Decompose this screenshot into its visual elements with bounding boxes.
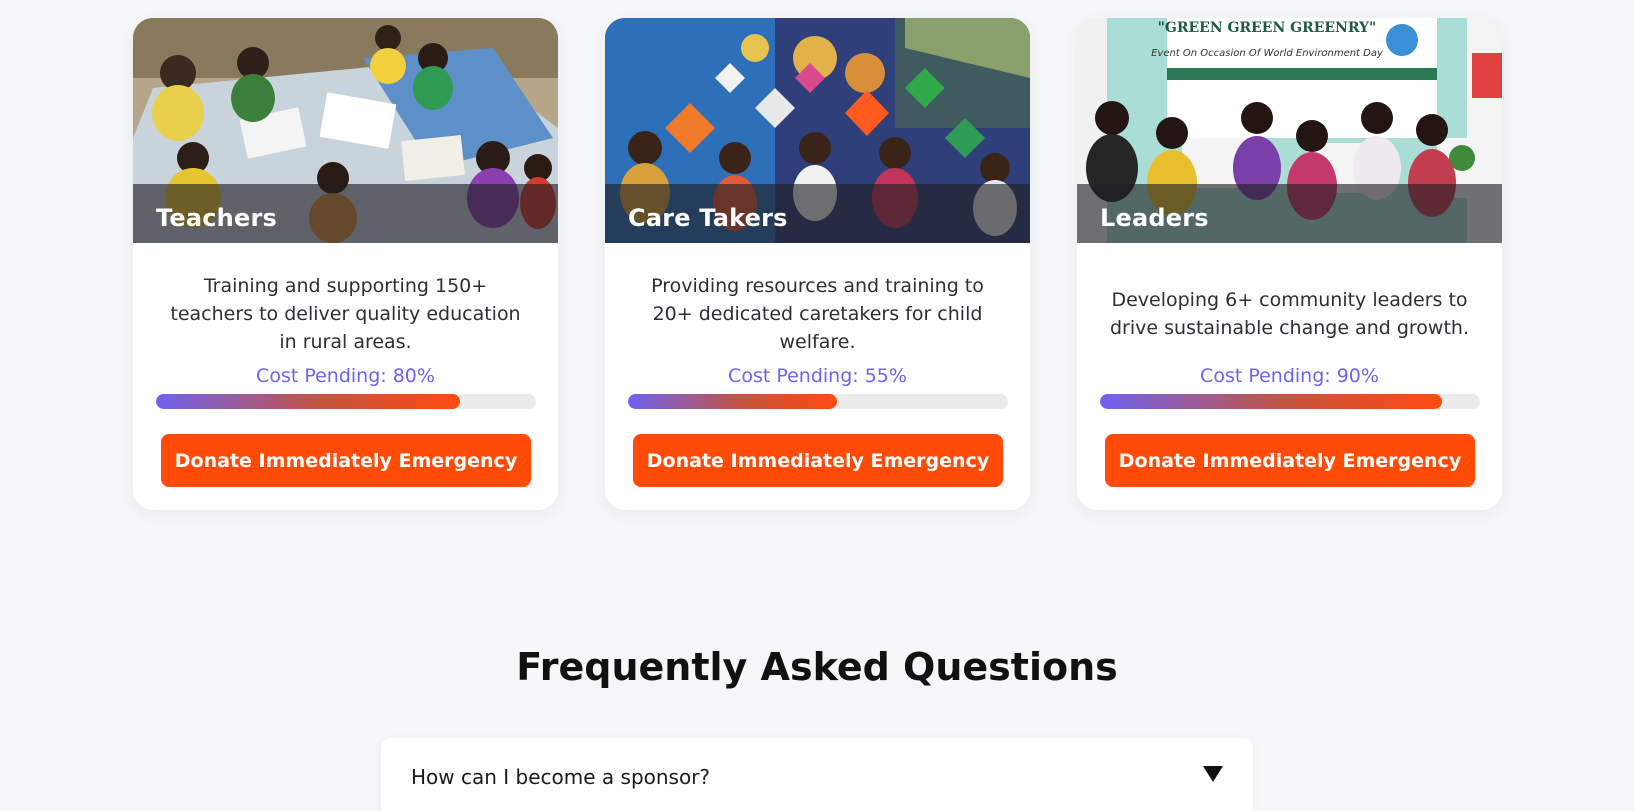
card-photo: Teachers xyxy=(133,18,558,243)
card-description: Training and supporting 150+ teachers to… xyxy=(170,275,521,353)
faq-question: How can I become a sponsor? xyxy=(411,765,711,789)
cost-pending-label: Cost Pending: 90% xyxy=(1200,365,1379,387)
program-card-teachers: Teachers Training and supporting 150+ te… xyxy=(133,18,558,510)
card-description: Developing 6+ community leaders to drive… xyxy=(1110,289,1469,339)
faq-item[interactable]: How can I become a sponsor? xyxy=(381,738,1253,811)
progress-fill xyxy=(156,394,460,409)
progress-track xyxy=(1100,394,1480,409)
donate-button[interactable]: Donate Immediately Emergency xyxy=(633,434,1003,487)
progress-fill xyxy=(628,394,837,409)
page: Teachers Training and supporting 150+ te… xyxy=(0,0,1634,811)
card-description: Providing resources and training to 20+ … xyxy=(651,275,984,353)
faq-heading: Frequently Asked Questions xyxy=(516,645,1118,689)
banner-line1: "GREEN GREEN GREENRY" xyxy=(1158,20,1377,36)
donate-button[interactable]: Donate Immediately Emergency xyxy=(161,434,531,487)
progress-fill xyxy=(1100,394,1442,409)
triangle-down-icon[interactable] xyxy=(1201,764,1225,784)
card-photo: "GREEN GREEN GREENRY" Event On Occasion … xyxy=(1077,18,1502,243)
program-card-leaders: "GREEN GREEN GREENRY" Event On Occasion … xyxy=(1077,18,1502,510)
program-card-care-takers: Care Takers Providing resources and trai… xyxy=(605,18,1030,510)
donate-button[interactable]: Donate Immediately Emergency xyxy=(1105,434,1475,487)
cost-pending-label: Cost Pending: 80% xyxy=(256,365,435,387)
banner-line2: Event On Occasion Of World Environment D… xyxy=(1151,48,1384,59)
progress-track xyxy=(156,394,536,409)
card-title: Leaders xyxy=(1100,204,1209,232)
cost-pending-label: Cost Pending: 55% xyxy=(728,365,907,387)
card-photo: Care Takers xyxy=(605,18,1030,243)
card-title: Care Takers xyxy=(628,204,788,232)
card-title: Teachers xyxy=(156,204,277,232)
progress-track xyxy=(628,394,1008,409)
